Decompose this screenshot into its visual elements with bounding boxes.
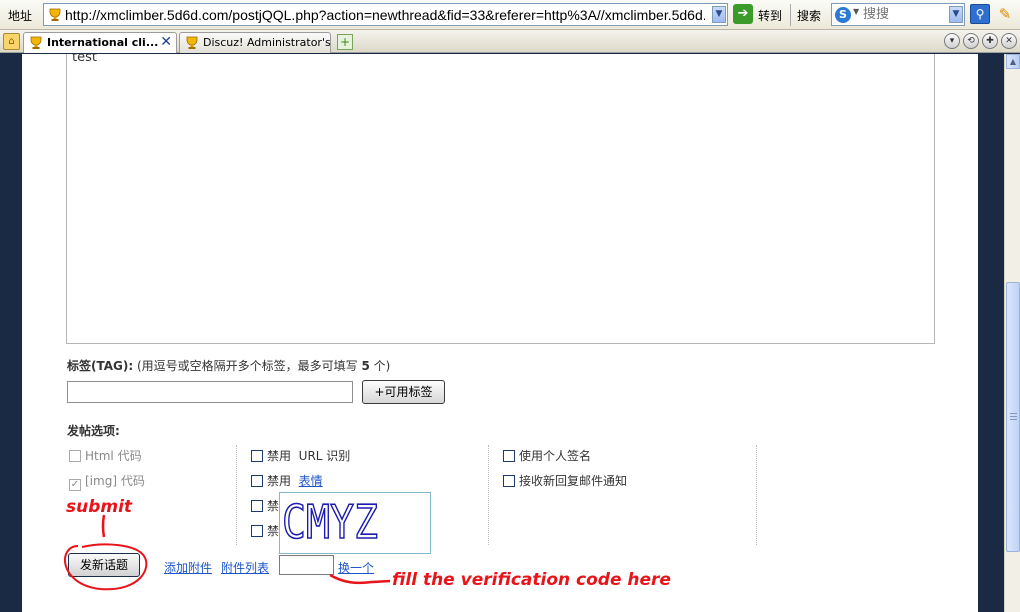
captcha-drawing: CMYZ <box>281 494 379 550</box>
refresh-captcha-link[interactable]: 换一个 <box>338 559 374 576</box>
scroll-up-icon[interactable]: ▲ <box>1006 54 1020 69</box>
annotation-submit: submit <box>66 497 133 517</box>
pin-icon[interactable]: ✚ <box>982 33 998 49</box>
disable-url-checkbox[interactable] <box>251 450 263 462</box>
chevron-down-icon[interactable]: ▼ <box>853 7 859 16</box>
disable-3-label: 禁 <box>267 499 280 513</box>
tag-hint-suffix: 个) <box>369 359 391 373</box>
search-input[interactable] <box>863 5 948 24</box>
go-arrow-icon[interactable]: ➔ <box>733 4 753 24</box>
disable-4-checkbox[interactable] <box>251 525 263 537</box>
address-bar: 地址 http://xmclimber.5d6d.com/postjQQL.ph… <box>0 0 1020 30</box>
trophy-icon <box>30 36 42 49</box>
toolbar-divider <box>790 4 791 26</box>
img-code-checkbox[interactable]: ✓ <box>69 479 81 491</box>
close-tab-icon[interactable]: ✕ <box>1001 33 1017 49</box>
disable-3-checkbox[interactable] <box>251 500 263 512</box>
disable-4-label: 禁 <box>267 524 280 538</box>
tab-international-climbers[interactable]: International cli... ✕ <box>23 32 177 53</box>
verification-code-input[interactable] <box>279 555 334 575</box>
post-form: test 标签(TAG): (用逗号或空格隔开多个标签，最多可填写 5 个) +… <box>22 54 978 612</box>
option-disable-3[interactable]: 禁 <box>251 497 279 514</box>
options-divider <box>488 445 489 545</box>
page-viewport: test 标签(TAG): (用逗号或空格隔开多个标签，最多可填写 5 个) +… <box>0 54 1004 612</box>
search-label: 搜索 <box>797 9 822 23</box>
use-signature-checkbox[interactable] <box>503 450 515 462</box>
tab-bar: ⌂ International cli... ✕ Discuz! Adminis… <box>0 30 1020 53</box>
editor-content: test <box>72 54 97 65</box>
address-url: http://xmclimber.5d6d.com/postjQQL.php?a… <box>65 7 705 23</box>
grip-line <box>1010 419 1017 420</box>
scrollbar-thumb[interactable] <box>1006 282 1020 552</box>
post-options-title: 发帖选项: <box>67 424 120 438</box>
option-disable-url[interactable]: 禁用 URL 识别 <box>251 447 350 464</box>
trophy-icon <box>186 36 198 49</box>
captcha-code: CMYZ <box>282 495 378 549</box>
home-icon[interactable]: ⌂ <box>3 33 20 50</box>
go-button[interactable]: 转到 <box>758 7 782 24</box>
chevron-down-icon[interactable]: ▼ <box>712 6 726 23</box>
search-box[interactable]: S ▼ ▼ <box>831 3 965 26</box>
disable-smiley-prefix: 禁用 <box>267 474 292 488</box>
address-label: 地址 <box>8 9 33 23</box>
html-code-label: Html 代码 <box>85 449 142 463</box>
search-engine-icon[interactable]: S <box>835 7 851 23</box>
tag-label: 标签(TAG): (用逗号或空格隔开多个标签，最多可填写 5 个) <box>67 357 390 374</box>
trophy-icon <box>49 8 61 21</box>
available-tags-button[interactable]: +可用标签 <box>362 380 445 404</box>
option-disable-smiley[interactable]: 禁用 表情 <box>251 472 323 489</box>
close-icon[interactable]: ✕ <box>160 34 172 50</box>
option-email-notify[interactable]: 接收新回复邮件通知 <box>503 472 627 489</box>
disable-url-label: URL 识别 <box>298 449 351 463</box>
tag-title: 标签(TAG): <box>67 359 134 373</box>
disable-smiley-checkbox[interactable] <box>251 475 263 487</box>
search-icon[interactable]: ⚲ <box>970 4 990 24</box>
submit-new-topic-button[interactable]: 发新话题 <box>68 553 140 577</box>
restore-icon[interactable]: ⟲ <box>963 33 979 49</box>
options-divider <box>236 445 237 545</box>
annotation-verification: fill the verification code here <box>392 570 671 590</box>
img-code-label: [img] 代码 <box>85 474 145 488</box>
tab-list-icon[interactable]: ▾ <box>944 33 960 49</box>
tab-label: International cli... <box>47 36 159 49</box>
grip-line <box>1010 416 1017 417</box>
attachment-list-link[interactable]: 附件列表 <box>221 559 269 576</box>
options-divider <box>756 445 757 545</box>
message-editor[interactable]: test <box>66 54 935 344</box>
option-img-code[interactable]: ✓ [img] 代码 <box>69 472 145 491</box>
option-html-code[interactable]: Html 代码 <box>69 447 142 464</box>
captcha-image: CMYZ <box>279 492 431 554</box>
vertical-scrollbar[interactable]: ▲ <box>1004 54 1020 612</box>
use-signature-label: 使用个人签名 <box>519 449 592 463</box>
disable-url-prefix: 禁用 <box>267 449 292 463</box>
email-notify-label: 接收新回复邮件通知 <box>519 474 628 488</box>
grip-line <box>1010 413 1017 414</box>
add-attachment-link[interactable]: 添加附件 <box>164 559 212 576</box>
tab-discuz-admin[interactable]: Discuz! Administrator's ... <box>179 32 331 53</box>
pen-icon[interactable]: ✎ <box>995 4 1015 24</box>
option-disable-4[interactable]: 禁 <box>251 522 279 539</box>
option-use-signature[interactable]: 使用个人签名 <box>503 447 591 464</box>
smiley-link[interactable]: 表情 <box>299 474 323 488</box>
address-input[interactable]: http://xmclimber.5d6d.com/postjQQL.php?a… <box>43 3 728 26</box>
html-code-checkbox[interactable] <box>69 450 81 462</box>
tag-limit-count: 5 <box>361 359 370 373</box>
new-tab-icon[interactable]: + <box>337 34 353 50</box>
chevron-down-icon[interactable]: ▼ <box>949 6 963 23</box>
tag-hint: (用逗号或空格隔开多个标签，最多可填写 <box>133 359 362 373</box>
tag-input[interactable] <box>67 381 353 403</box>
tab-label: Discuz! Administrator's ... <box>203 36 331 49</box>
email-notify-checkbox[interactable] <box>503 475 515 487</box>
